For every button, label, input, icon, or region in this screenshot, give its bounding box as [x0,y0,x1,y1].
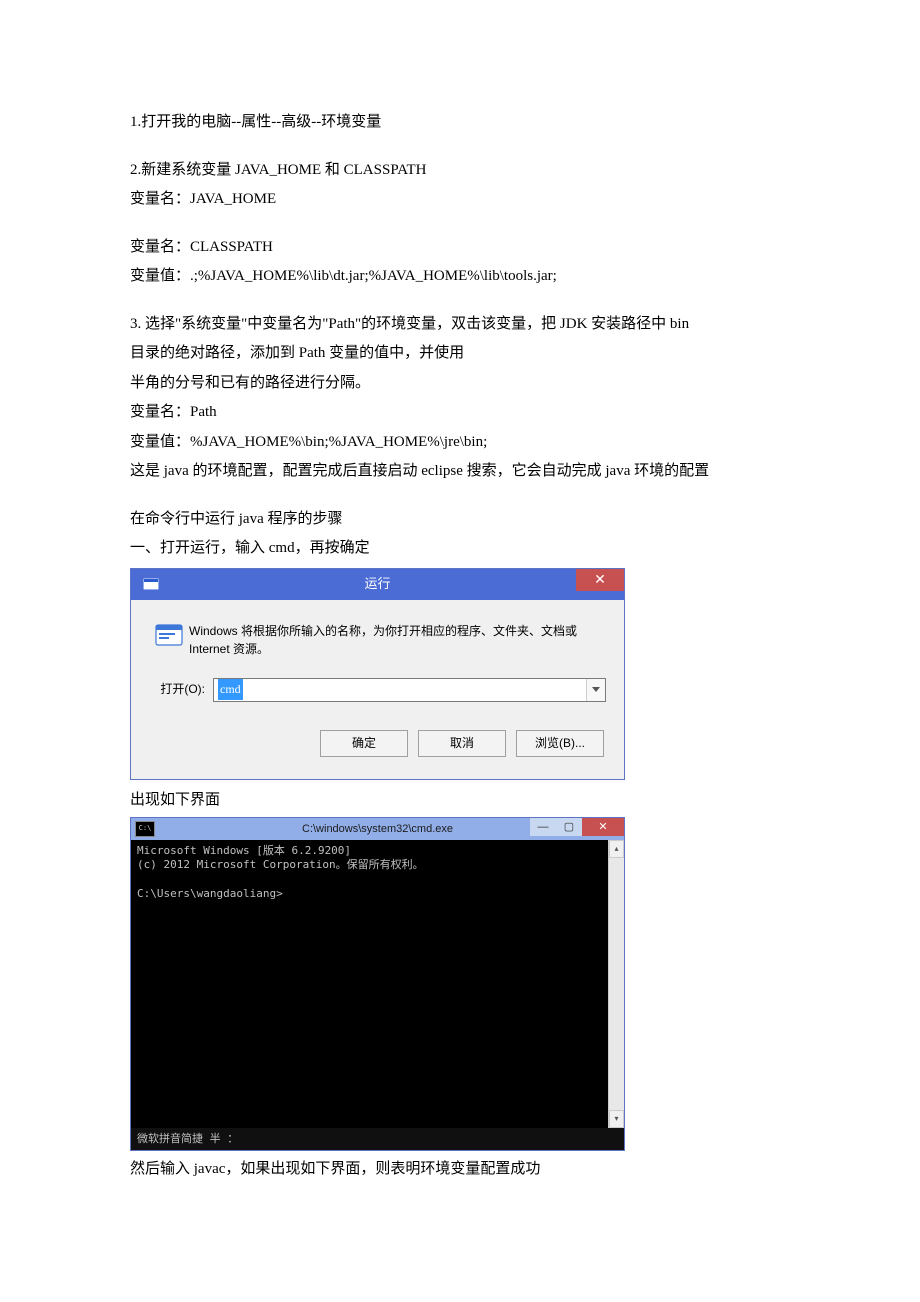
step3-line2: 目录的绝对路径，添加到 Path 变量的值中，并使用 [130,341,790,367]
chevron-down-icon [592,679,600,699]
close-button[interactable]: ✕ [582,818,624,836]
step1-text: 1.打开我的电脑--属性--高级--环境变量 [130,110,790,136]
run-title: 运行 [131,573,624,595]
run-titlebar[interactable]: 运行 ✕ [131,569,624,600]
open-label: 打开(O): [149,679,213,699]
cmd-steps-title: 在命令行中运行 java 程序的步骤 [130,507,790,533]
open-combobox[interactable]: cmd [213,678,606,702]
step3-line3: 半角的分号和已有的路径进行分隔。 [130,371,790,397]
cmd-titlebar[interactable]: C:\ C:\windows\system32\cmd.exe ― ▢ ✕ [131,818,624,840]
step3-varvalue: 变量值：%JAVA_HOME%\bin;%JAVA_HOME%\jre\bin; [130,430,790,456]
step2-varvalue2: 变量值：.;%JAVA_HOME%\lib\dt.jar;%JAVA_HOME%… [130,264,790,290]
close-button[interactable]: ✕ [576,569,624,591]
cmd-step1: 一、打开运行，输入 cmd，再按确定 [130,536,790,562]
scroll-down-button[interactable]: ▾ [609,1110,624,1128]
step2-varname1: 变量名：JAVA_HOME [130,187,790,213]
then-text: 然后输入 javac，如果出现如下界面，则表明环境变量配置成功 [130,1157,790,1183]
cmd-window: C:\ C:\windows\system32\cmd.exe ― ▢ ✕ Mi… [130,817,625,1151]
maximize-icon: ▢ [564,818,574,837]
run-dialog: 运行 ✕ Windows 将根据你所输入的名称，为你打开相应的程序、文件夹、文档… [130,568,625,780]
combo-dropdown-button[interactable] [586,679,605,701]
minimize-button[interactable]: ― [530,818,556,836]
run-body: Windows 将根据你所输入的名称，为你打开相应的程序、文件夹、文档或 Int… [131,600,624,779]
step3-note: 这是 java 的环境配置，配置完成后直接启动 eclipse 搜索，它会自动完… [130,459,790,485]
appear-text: 出现如下界面 [130,788,790,814]
run-desc: Windows 将根据你所输入的名称，为你打开相应的程序、文件夹、文档或 Int… [189,622,606,658]
scroll-up-button[interactable]: ▴ [609,840,624,858]
ime-status-bar: 微软拼音简捷 半 ： [131,1128,624,1150]
open-input[interactable]: cmd [214,679,586,701]
close-icon: ✕ [594,568,606,592]
chevron-up-icon: ▴ [614,842,618,856]
cmd-scrollbar[interactable]: ▴ ▾ [608,840,624,1128]
cmd-output[interactable]: Microsoft Windows [版本 6.2.9200] (c) 2012… [131,840,608,1128]
close-icon: ✕ [598,818,607,837]
run-info-icon [149,622,189,658]
document-page: 1.打开我的电脑--属性--高级--环境变量 2.新建系统变量 JAVA_HOM… [0,0,920,1302]
step3-varname: 变量名：Path [130,400,790,426]
step2-varname2: 变量名：CLASSPATH [130,235,790,261]
chevron-down-icon: ▾ [614,1112,618,1126]
cancel-button[interactable]: 取消 [418,730,506,757]
open-value: cmd [218,679,243,699]
ok-button[interactable]: 确定 [320,730,408,757]
browse-button[interactable]: 浏览(B)... [516,730,604,757]
step3-line1: 3. 选择"系统变量"中变量名为"Path"的环境变量，双击该变量，把 JDK … [130,312,790,338]
maximize-button[interactable]: ▢ [556,818,582,836]
minimize-icon: ― [538,818,549,837]
step2-title: 2.新建系统变量 JAVA_HOME 和 CLASSPATH [130,158,790,184]
